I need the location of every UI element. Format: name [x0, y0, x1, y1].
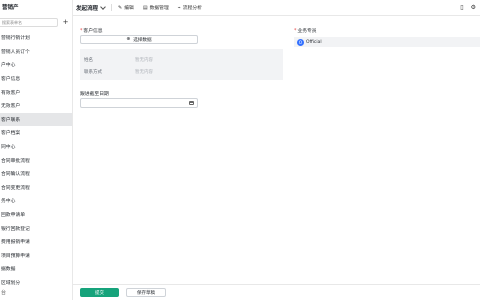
form-actions-bar: 提交 保存草稿	[73, 284, 480, 301]
sidebar-item[interactable]: 据数据	[0, 262, 72, 276]
sidebar-nav-list: 营销行销计划 营销人员订个 户中心 客户信息 有效客户 无效客户 客户联系 客户档案 同中心 合同…	[0, 31, 72, 289]
edit-button[interactable]: ✎ 编辑	[118, 4, 134, 12]
name-field-value: 暂无内容	[135, 58, 153, 63]
mobile-icon[interactable]: ▯	[460, 4, 463, 11]
calendar-icon[interactable]	[189, 101, 194, 105]
select-data-label: 选择数据	[133, 37, 152, 43]
deadline-label: 跟进截至日期	[80, 92, 109, 97]
customer-info-label: *客户信息	[80, 29, 103, 34]
sidebar-item[interactable]: 客户联系	[0, 112, 72, 127]
save-draft-button[interactable]: 保存草稿	[126, 288, 166, 297]
data-manage-label: 数据管理	[149, 6, 169, 11]
sidebar-item[interactable]: 户中心	[0, 58, 72, 72]
flow-analysis-icon: ⌁	[177, 4, 181, 11]
contact-field-value: 暂无内容	[135, 70, 153, 75]
deadline-date-input[interactable]	[80, 98, 198, 108]
sidebar: 营销产 搜索表单名 + 营销行销计划 营销人员订个 户中心 客户信息 有效客户 无效客户客…	[0, 0, 73, 300]
sidebar-item[interactable]: 区域划分	[0, 276, 72, 290]
edit-icon: ✎	[118, 4, 123, 11]
select-data-icon: ⊕	[126, 37, 131, 42]
sidebar-title: 营销产	[2, 5, 19, 11]
sidebar-item[interactable]: 费用报销申请	[0, 235, 72, 249]
flow-title: 发起流程	[76, 5, 99, 12]
sidebar-item[interactable]: 项目预算申请	[0, 249, 72, 263]
name-field-label: 姓名	[84, 58, 93, 63]
sidebar-item[interactable]: 合同确认流程	[0, 167, 72, 181]
sidebar-item[interactable]: 营销行销计划	[0, 31, 72, 45]
add-form-button[interactable]: +	[61, 18, 70, 27]
sidebar-item[interactable]: 同中心	[0, 140, 72, 154]
sidebar-item[interactable]: 无效客户	[0, 99, 72, 113]
top-toolbar: 发起流程 ✎ 编辑 ▤ 数据管理 ⌁ 流程分析 ▯ ⚙	[73, 0, 480, 16]
submit-button[interactable]: 提交	[80, 288, 119, 297]
form-search-input[interactable]: 搜索表单名	[0, 18, 58, 27]
select-data-button[interactable]: ⊕ 选择数据	[80, 35, 198, 44]
sidebar-item[interactable]: 合同审批流程	[0, 153, 72, 167]
chevron-down-icon	[100, 3, 106, 10]
sidebar-item[interactable]: 有效客户	[0, 85, 72, 99]
toolbar-divider	[111, 4, 113, 11]
sidebar-item[interactable]: 营销人员订个	[0, 45, 72, 59]
sidebar-item[interactable]: 银行回款登记	[0, 221, 72, 235]
contact-field-label: 联系方式	[84, 70, 102, 75]
flow-analysis-button[interactable]: ⌁ 流程分析	[177, 4, 202, 12]
edit-label: 编辑	[124, 6, 134, 11]
settings-icon[interactable]: ⚙	[471, 4, 476, 11]
owner-name: Official	[306, 39, 322, 45]
data-manage-button[interactable]: ▤ 数据管理	[142, 4, 169, 12]
sidebar-footer-link[interactable]: 台	[1, 289, 6, 296]
data-manage-icon: ▤	[142, 4, 148, 11]
toolbar-right-actions: ▯ ⚙	[460, 4, 476, 11]
form-canvas: *客户信息 ⊕ 选择数据 姓名 暂无内容 联系方式 暂无内容 跟进截至日期 *业…	[73, 16, 480, 284]
flow-title-dropdown[interactable]: 发起流程	[76, 3, 106, 12]
sidebar-item[interactable]: 合同变更流程	[0, 181, 72, 195]
sidebar-item[interactable]: 客户信息	[0, 72, 72, 86]
sidebar-item[interactable]: 客户档案	[0, 126, 72, 140]
sidebar-item[interactable]: 回款申请单	[0, 208, 72, 222]
owner-label: *业务专员	[294, 29, 317, 34]
avatar: O	[297, 38, 304, 46]
flow-analysis-label: 流程分析	[182, 6, 202, 11]
customer-detail-panel: 姓名 暂无内容 联系方式 暂无内容	[80, 49, 283, 80]
sidebar-item[interactable]: 务中心	[0, 194, 72, 208]
owner-user-field[interactable]: O Official	[294, 37, 480, 47]
